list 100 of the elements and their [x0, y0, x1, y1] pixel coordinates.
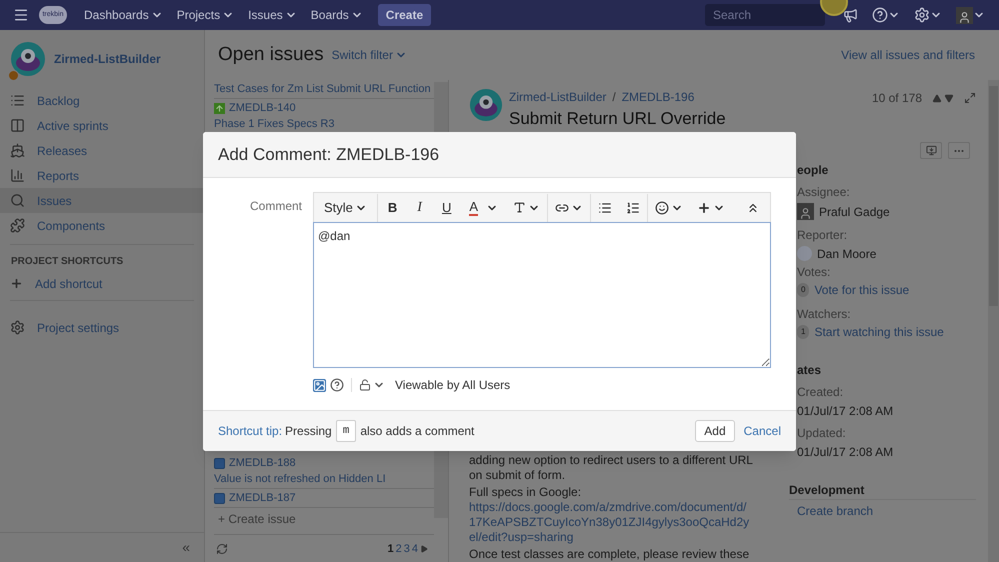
shortcut-tip-link[interactable]: Shortcut tip:	[218, 422, 282, 440]
next-issue-icon[interactable]	[944, 94, 954, 102]
monster-avatar-icon	[469, 88, 503, 122]
italic-button[interactable]: I	[407, 194, 432, 222]
count-badge: 0	[797, 283, 810, 297]
visibility-text: Viewable by All Users	[395, 377, 510, 394]
add-button[interactable]: Add	[695, 420, 735, 442]
smiley-icon	[655, 200, 670, 214]
numbered-list-icon	[626, 200, 640, 214]
sidebar-item[interactable]: Reports	[0, 163, 204, 188]
nav-menu[interactable]: Projects	[172, 6, 240, 24]
keyboard-key: m	[336, 420, 356, 442]
plus-icon	[697, 200, 712, 214]
view-all-link[interactable]: View all issues and filters	[841, 46, 975, 64]
issue-key[interactable]: ZMEDLB-187	[229, 491, 296, 506]
export-button[interactable]	[920, 142, 942, 159]
page-link[interactable]: 3	[404, 542, 410, 556]
user-avatar-icon	[797, 203, 814, 220]
plus-icon	[10, 277, 23, 290]
underline-button[interactable]: U	[432, 194, 462, 222]
expand-icon[interactable]	[964, 92, 976, 104]
add-shortcut-link[interactable]: Add shortcut	[0, 271, 204, 296]
page-title: Open issues	[218, 42, 324, 67]
previous-issue-icon[interactable]	[932, 94, 942, 102]
issue-summary[interactable]: Value is not refreshed on Hidden LI	[214, 472, 434, 486]
create-branch-link[interactable]: Create branch	[797, 504, 976, 518]
refresh-icon[interactable]	[216, 542, 228, 555]
megaphone-icon[interactable]	[843, 8, 858, 22]
nav-menu[interactable]: Issues	[243, 6, 302, 24]
breadcrumb-separator: /	[612, 89, 616, 106]
settings-button[interactable]	[914, 7, 942, 23]
list-icon	[10, 93, 25, 108]
badge-icon	[8, 70, 19, 81]
field-label: Watchers:	[797, 307, 852, 321]
section-heading: PROJECT SHORTCUTS	[10, 255, 124, 269]
issue-summary[interactable]: Phase 1 Fixes Specs R3	[214, 117, 434, 131]
nav-menu[interactable]: Boards	[306, 6, 368, 24]
sidebar-item[interactable]: Active sprints	[0, 113, 204, 138]
image-icon[interactable]	[313, 378, 326, 392]
more-button[interactable]	[948, 142, 970, 159]
sidebar-item[interactable]: Backlog	[0, 88, 204, 113]
text-size-icon	[513, 201, 526, 214]
user-avatar-icon	[797, 246, 812, 261]
section-heading: eople	[797, 163, 830, 177]
text-color-button[interactable]: A	[461, 194, 506, 222]
date-value: 01/Jul/17 2:08 AM	[797, 404, 894, 418]
switch-filter-button[interactable]: Switch filter	[332, 46, 407, 64]
issue-title: Submit Return URL Override	[509, 108, 726, 130]
project-name[interactable]: Zirmed-ListBuilder	[54, 50, 161, 68]
help-icon[interactable]	[330, 378, 344, 392]
nav-menu[interactable]: Dashboards	[79, 6, 168, 24]
user-avatar-button[interactable]	[956, 6, 985, 24]
project-settings-link[interactable]: Project settings	[0, 315, 204, 340]
visibility-button[interactable]	[359, 379, 385, 391]
monitor-icon	[926, 145, 936, 156]
vote-link[interactable]: Vote for this issue	[814, 283, 910, 297]
cancel-link[interactable]: Cancel	[744, 422, 781, 440]
watch-link[interactable]: Start watching this issue	[814, 325, 944, 339]
page-link[interactable]: 2	[396, 542, 402, 556]
create-issue-link[interactable]: + Create issue	[214, 512, 434, 526]
columns-icon	[10, 118, 25, 133]
comment-field[interactable]: @dan	[313, 222, 771, 368]
breadcrumb-link[interactable]: ZMEDLB-196	[622, 88, 694, 106]
issue-key[interactable]: ZMEDLB-140	[229, 101, 296, 115]
create-button[interactable]: Create	[378, 4, 432, 26]
bullet-list-icon	[598, 200, 612, 214]
monster-avatar-icon	[10, 41, 46, 77]
page-link[interactable]: 4	[412, 542, 418, 556]
description-text: adding new option to redirect users to a different URL on submit of form.	[469, 453, 753, 483]
count-badge: 1	[797, 325, 810, 339]
issue-summary[interactable]: Test Cases for Zm List Submit URL Function	[214, 82, 434, 96]
field-label: Assignee:	[797, 185, 851, 199]
section-heading: ates	[797, 363, 822, 377]
breadcrumb-link[interactable]: Zirmed-ListBuilder	[509, 88, 606, 106]
specs-link[interactable]: https://docs.google.com/a/zmdrive.com/document/d/17KeAPSBZTCuyIcoYn38y01ZJI4gylys3ooQcaHd2yel/edit?usp=sharing	[469, 500, 753, 545]
assignee-name: Praful Gadge	[819, 204, 890, 218]
help-button[interactable]	[872, 7, 900, 23]
next-page-icon[interactable]	[420, 544, 428, 553]
issue-key[interactable]: ZMEDLB-188	[229, 456, 296, 470]
field-label: Updated:	[797, 426, 847, 440]
description-text: Once test classes are complete, please review these	[469, 547, 750, 562]
page-link[interactable]: 1	[388, 542, 394, 556]
search-icon	[10, 193, 25, 208]
field-label: Comment	[248, 198, 303, 215]
task-icon	[214, 492, 225, 504]
collapse-sidebar-button[interactable]: «	[182, 537, 190, 558]
style-dropdown[interactable]: Style	[317, 194, 378, 222]
bold-button[interactable]: B	[378, 194, 408, 222]
shortcut-tip-text: also adds a comment	[360, 423, 474, 440]
ship-icon	[10, 143, 25, 158]
sidebar-item[interactable]: Components	[0, 213, 204, 238]
search-field[interactable]: Search	[705, 4, 825, 26]
shortcut-tip-text: Pressing	[285, 423, 332, 440]
reporter-name: Dan Moore	[817, 246, 876, 260]
section-heading: Development	[789, 483, 976, 500]
scrollbar[interactable]	[988, 80, 999, 562]
puzzle-icon	[10, 218, 25, 233]
sidebar-item[interactable]: Issues	[0, 188, 204, 213]
menu-button[interactable]	[13, 7, 29, 23]
sidebar-item[interactable]: Releases	[0, 138, 204, 163]
